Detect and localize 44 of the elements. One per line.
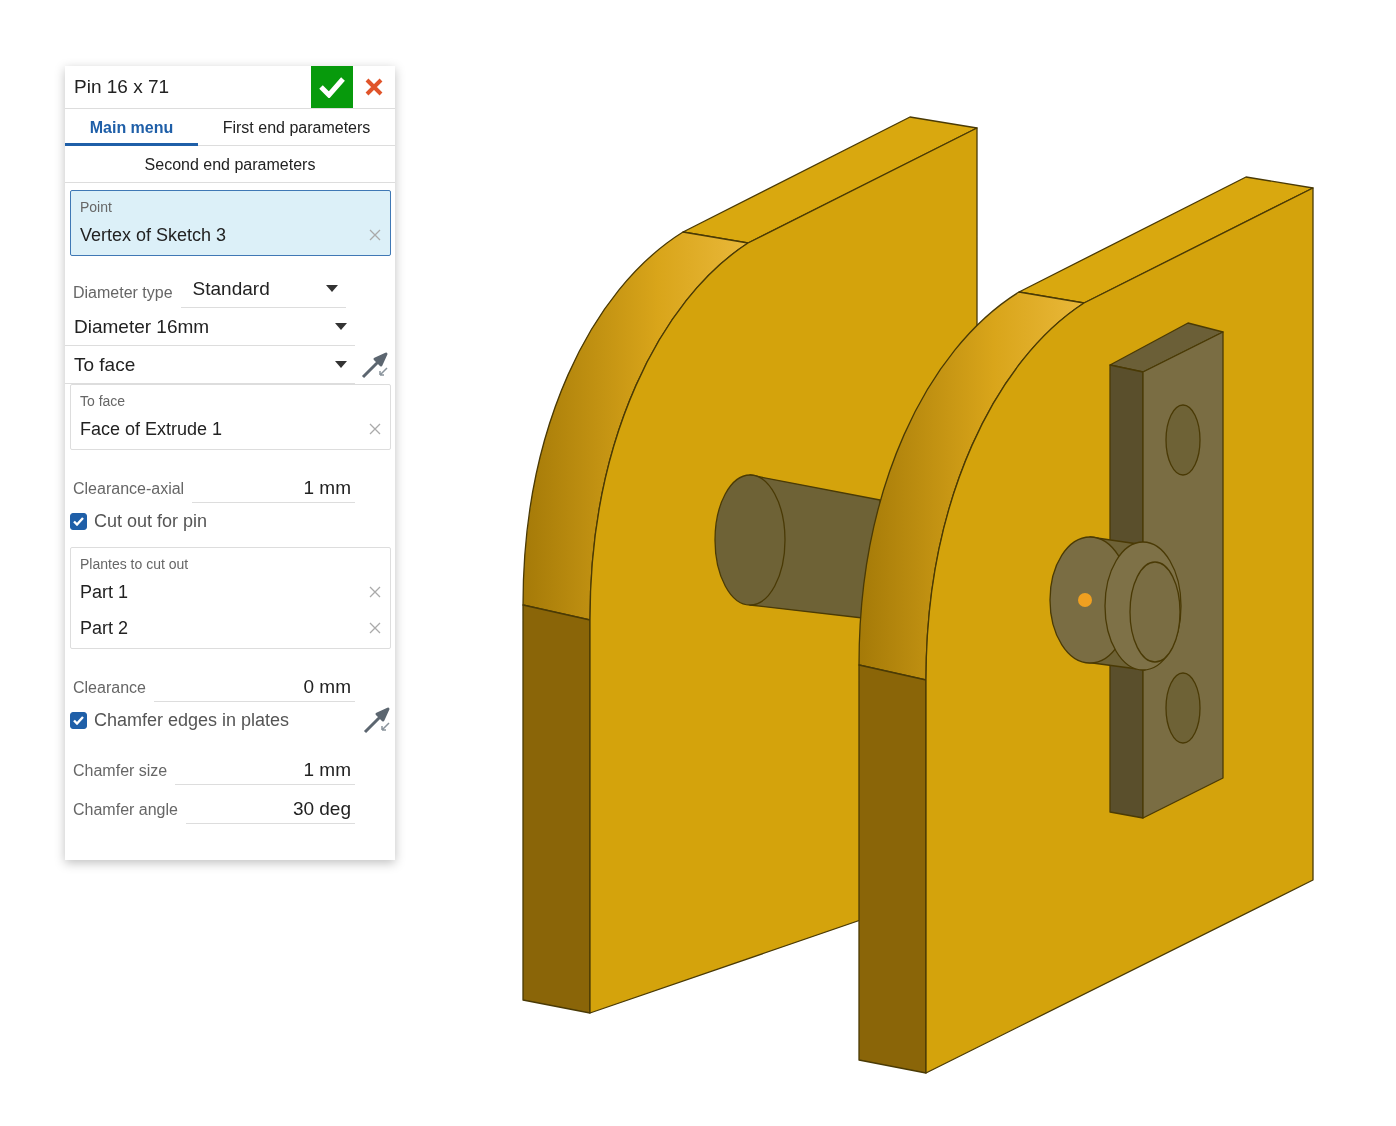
query-item: Vertex of Sketch 3 [80,224,227,246]
flip-arrow-icon[interactable] [361,351,389,379]
checkmark-icon [73,516,84,526]
field-label: Clearance [72,679,147,698]
flip-arrow-icon[interactable] [363,706,391,734]
tab[interactable]: Main menu [65,109,198,146]
checkbox[interactable] [70,711,87,729]
dropdown[interactable]: Diameter 16mm [65,308,355,346]
checkmark-icon [319,76,345,98]
caret-icon [325,285,338,292]
checkbox-label: Cut out for pin [94,510,209,532]
field-label: Diameter type [72,283,174,302]
checkbox-label: Chamfer edges in plates [94,709,291,731]
query-item: Part 1 [80,581,129,603]
value-field[interactable]: 1 mm [192,477,355,503]
query-label: Plantes to cut out [80,556,190,572]
dropdown[interactable]: To face [65,346,355,384]
checkbox[interactable] [70,512,87,530]
query-label: To face [80,393,127,409]
remove-icon[interactable] [369,586,381,598]
query-box[interactable]: To face Face of Extrude 1 [70,384,391,450]
close-icon [365,78,383,96]
confirm-button[interactable] [311,66,353,108]
field-label: Clearance-axial [72,480,186,499]
dropdown[interactable]: Standard [180,270,346,308]
remove-icon[interactable] [369,622,381,634]
remove-icon[interactable] [369,229,381,241]
checkmark-icon [73,715,84,725]
dialog-title: Pin 16 x 71 [73,76,171,98]
query-label: Point [80,199,113,215]
tab[interactable]: Second end parameters [65,146,395,183]
caret-icon [335,361,347,368]
query-box[interactable]: Point Vertex of Sketch 3 [70,190,391,256]
query-item: Part 2 [80,617,129,639]
field-label: Chamfer angle [72,801,179,820]
query-item: Face of Extrude 1 [80,418,223,440]
value-field[interactable]: 30 deg [185,798,355,824]
tab[interactable]: First end parameters [198,109,395,146]
value-field[interactable]: 0 mm [153,676,355,702]
query-box[interactable]: Plantes to cut out Part 1 Part 2 [70,547,391,649]
caret-icon [335,323,347,330]
value-field[interactable]: 1 mm [175,759,355,785]
field-label: Chamfer size [72,762,169,781]
remove-icon[interactable] [369,423,381,435]
